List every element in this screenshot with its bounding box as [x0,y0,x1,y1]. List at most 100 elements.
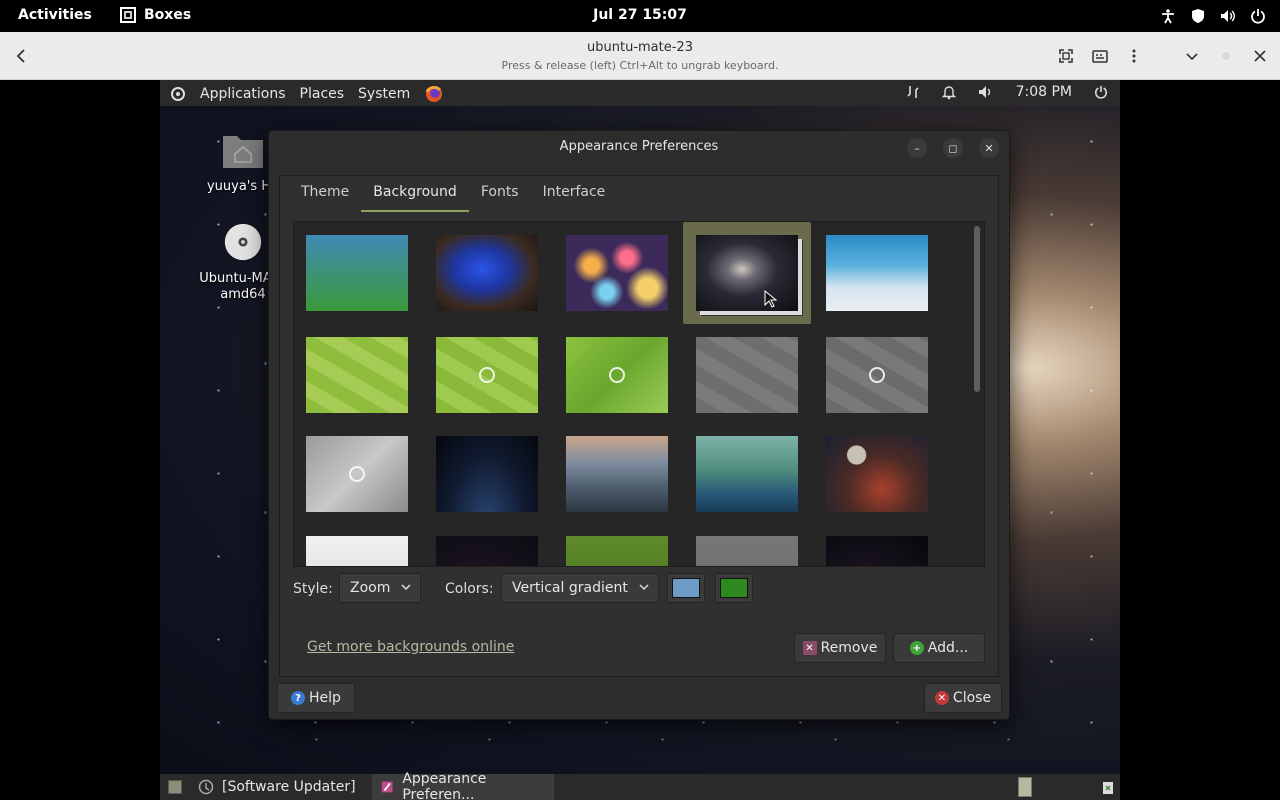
trash-icon[interactable] [1100,779,1116,795]
task-software-updater[interactable]: [Software Updater] [190,774,372,800]
help-icon: ? [291,691,306,705]
gallery-scrollbar[interactable] [974,226,980,392]
vpn-shield-icon[interactable] [1190,8,1206,24]
notifications-bell-icon[interactable] [941,84,956,100]
secondary-color-button[interactable] [715,573,753,603]
accessibility-icon[interactable] [1160,8,1176,24]
tab-theme[interactable]: Theme [289,175,361,212]
secondary-color-swatch [720,578,748,598]
wallpaper-thumb-green-poly-1[interactable] [306,337,408,413]
workspace-switcher[interactable] [1018,777,1032,797]
chevron-down-icon [639,584,649,591]
wallpaper-thumb-spaceship[interactable] [826,536,928,566]
wallpaper-thumb-crab-moon[interactable] [826,436,928,512]
ubuntu-mate-logo-icon [869,367,885,383]
primary-color-button[interactable] [667,573,705,603]
help-label: Help [309,690,341,706]
boxes-app-menu[interactable]: Boxes [120,7,191,23]
wallpaper-thumb-valley-mountains[interactable] [566,436,668,512]
optical-disc-icon [224,223,262,261]
restore-icon[interactable] [1216,46,1236,66]
remove-button[interactable]: ✕ Remove [794,633,886,663]
close-label: Close [952,690,992,706]
mate-bottom-panel: [Software Updater] Appearance Preferen..… [160,771,1120,800]
tab-background[interactable]: Background [361,175,469,212]
activities-button[interactable]: Activities [18,7,92,23]
tab-interface[interactable]: Interface [531,175,618,212]
style-value: Zoom [350,580,391,596]
show-desktop-icon [168,780,182,794]
clock[interactable]: Jul 27 15:07 [593,7,687,23]
add-label: Add... [927,640,969,656]
ubuntu-mate-logo-icon [609,367,625,383]
remove-label: Remove [820,640,878,656]
wallpaper-thumb-grey-poly-round[interactable] [306,436,408,512]
wallpaper-thumb-blue-crayfish[interactable] [436,235,538,311]
window-title[interactable]: Appearance Preferences [269,131,1009,163]
mate-top-panel: Applications Places System 7:08 PM [160,80,1120,106]
show-desktop-button[interactable] [160,774,190,800]
app-name: Boxes [144,7,192,23]
remove-icon: ✕ [802,641,817,655]
system-tray[interactable] [1160,8,1266,24]
wallpaper-thumb-green-poly-round[interactable] [566,337,668,413]
wallpaper-thumb-white-sketch[interactable] [306,536,408,566]
boxes-header-bar: ubuntu-mate-23 Press & release (left) Ct… [0,32,1280,80]
primary-color-swatch [672,578,700,598]
wallpaper-thumb-green-poly-logo[interactable] [436,337,538,413]
ubuntu-mate-logo-icon[interactable] [170,86,186,102]
wallpaper-thumb-grey-poly-1[interactable] [696,337,798,413]
menu-places[interactable]: Places [300,86,345,102]
colors-label: Colors: [445,581,494,597]
chevron-down-icon [401,584,411,591]
speaker-icon[interactable] [978,84,994,100]
maximize-button[interactable]: ◻ [943,138,963,158]
keyboard-icon[interactable] [1090,46,1110,66]
fullscreen-icon[interactable] [1056,46,1076,66]
ubuntu-mate-logo-icon [349,466,365,482]
close-icon[interactable] [1250,46,1270,66]
chevron-down-icon[interactable] [1182,46,1202,66]
home-folder-icon [223,136,263,168]
more-backgrounds-link[interactable]: Get more backgrounds online [307,639,514,655]
wallpaper-thumb-red-planet[interactable] [436,536,538,566]
task-label: Appearance Preferen... [402,771,487,800]
power-icon[interactable] [1250,8,1266,24]
panel-clock[interactable]: 7:08 PM [1016,84,1072,100]
firefox-icon[interactable] [424,84,444,104]
colors-value: Vertical gradient [512,580,628,596]
wallpaper-thumb-earth-night[interactable] [436,436,538,512]
wallpaper-thumb-green-dots[interactable] [566,536,668,566]
colors-dropdown[interactable]: Vertical gradient [501,573,659,603]
help-button[interactable]: ? Help [277,683,355,713]
task-appearance-preferences[interactable]: Appearance Preferen... [372,771,554,800]
add-button[interactable]: + Add... [893,633,985,663]
style-dropdown[interactable]: Zoom [339,573,421,603]
menu-applications[interactable]: Applications [200,86,286,102]
appearance-icon [381,781,393,793]
network-icon[interactable] [906,84,920,100]
tab-fonts[interactable]: Fonts [469,175,531,212]
wallpaper-thumb-gradient-blue-green[interactable] [306,235,408,311]
shutdown-icon[interactable] [1094,85,1108,99]
close-button[interactable]: ✕ Close [924,683,1002,713]
menu-system[interactable]: System [358,86,410,102]
add-icon: + [909,641,924,655]
kebab-menu-icon[interactable] [1124,46,1144,66]
wallpaper-thumb-spiral-galaxy[interactable] [696,235,798,311]
wallpaper-thumb-grey-texture[interactable] [696,536,798,566]
close-icon: ✕ [934,691,949,705]
wallpaper-gallery[interactable] [293,221,985,567]
wallpaper-thumb-grey-poly-logo[interactable] [826,337,928,413]
tab-bar: Theme Background Fonts Interface [289,175,617,212]
window-close-button[interactable]: ✕ [979,138,999,158]
task-label: [Software Updater] [222,779,356,795]
style-label: Style: [293,581,333,597]
volume-icon[interactable] [1220,8,1236,24]
minimize-button[interactable]: – [907,138,927,158]
wallpaper-thumb-bokeh-lights[interactable] [566,235,668,311]
wallpaper-thumb-ocean-ice[interactable] [826,235,928,311]
wallpaper-thumb-birds-lake[interactable] [696,436,798,512]
mouse-pointer-icon [764,290,778,308]
vm-display[interactable]: Applications Places System 7:08 PM yuuya… [160,80,1120,800]
